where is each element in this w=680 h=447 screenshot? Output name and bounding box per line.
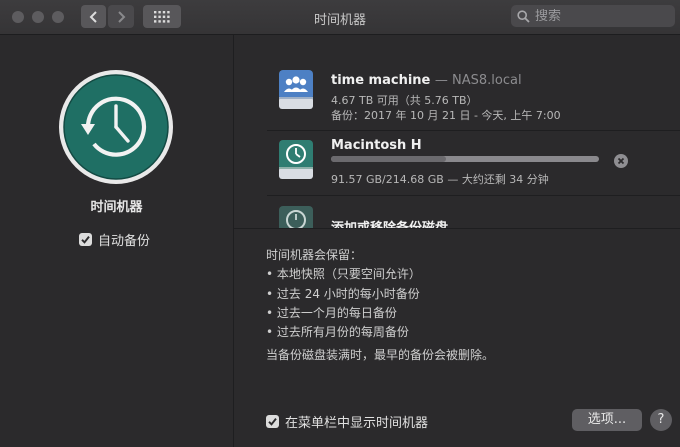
search-input[interactable]	[535, 8, 665, 24]
retention-heading: 时间机器会保留：	[266, 248, 363, 262]
checkmark-icon	[81, 236, 90, 244]
disk-name: time machine	[331, 73, 431, 88]
disk-name: Macintosh H	[331, 138, 422, 153]
show-in-menubar-checkbox[interactable]	[266, 415, 279, 428]
disk-backup-date: 备份：2017 年 10 月 21 日 - 今天, 上午 7:00	[331, 109, 561, 122]
auto-backup-label: 自动备份	[98, 234, 151, 249]
retention-item: • 本地快照（只要空间允许）	[266, 267, 421, 282]
checkmark-icon	[268, 418, 277, 426]
backup-progress-fill	[331, 156, 447, 162]
row-divider	[267, 130, 680, 131]
full-disk-note: 当备份磁盘装满时，最早的备份会被删除。	[266, 348, 495, 363]
row-divider	[267, 195, 680, 196]
backup-disk-list: time machine — NAS8.local 4.67 TB 可用（共 5…	[234, 35, 680, 228]
search-icon	[517, 9, 530, 23]
auto-backup-checkbox[interactable]	[79, 233, 92, 246]
app-title: 时间机器	[90, 200, 143, 215]
retention-info: 时间机器会保留： • 本地快照（只要空间允许） • 过去 24 小时的每小时备份…	[266, 246, 494, 366]
disk-host: — NAS8.local	[434, 73, 522, 88]
network-drive-icon	[279, 70, 313, 109]
help-button[interactable]: ?	[650, 409, 672, 431]
add-remove-label: 添加或移除备份磁盘	[331, 217, 448, 228]
options-button[interactable]: 选项...	[572, 409, 642, 431]
retention-item: • 过去 24 小时的每小时备份	[266, 286, 420, 301]
title-bar: 时间机器	[0, 0, 680, 35]
retention-item: • 过去所有月份的每周备份	[266, 325, 409, 340]
time-machine-drive-icon	[279, 140, 313, 179]
auto-backup-option[interactable]: 自动备份	[79, 230, 150, 249]
disk-capacity: 4.67 TB 可用（共 5.76 TB）	[331, 94, 478, 107]
close-icon	[617, 157, 625, 165]
section-divider	[234, 228, 680, 229]
search-field[interactable]	[511, 5, 675, 27]
add-remove-drive-icon	[279, 206, 313, 228]
show-in-menubar-option[interactable]: 在菜单栏中显示时间机器	[266, 412, 428, 431]
retention-item: • 过去一个月的每日备份	[266, 305, 397, 320]
time-machine-icon	[59, 70, 173, 184]
show-in-menubar-label: 在菜单栏中显示时间机器	[285, 416, 429, 431]
backup-progress-bar	[331, 156, 599, 162]
backup-progress-text: 91.57 GB/214.68 GB — 大约还剩 34 分钟	[331, 173, 549, 186]
stop-backup-button[interactable]	[614, 154, 628, 168]
